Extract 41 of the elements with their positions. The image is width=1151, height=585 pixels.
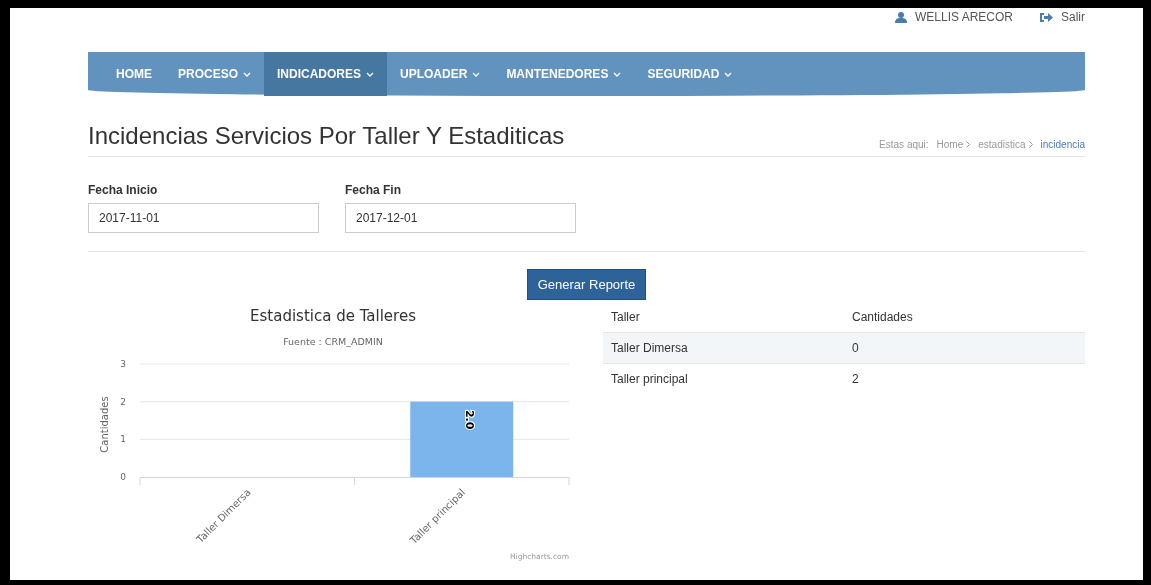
field-label: Fecha Fin: [345, 183, 402, 197]
table-cell: Taller Dimersa: [603, 332, 844, 364]
logout-icon: [1039, 11, 1053, 23]
chevron-down-icon: [366, 71, 375, 77]
nav-item[interactable]: MANTENEDORES: [493, 52, 635, 96]
breadcrumb-link[interactable]: Home: [936, 139, 971, 150]
y-axis-title: Cantidades: [99, 396, 110, 453]
user-icon: [894, 11, 907, 23]
breadcrumb-link[interactable]: estadistica: [978, 139, 1033, 150]
chevron-right-icon: [966, 141, 971, 148]
y-tick-label: 0: [120, 472, 126, 482]
nav-item[interactable]: PROCESO: [165, 52, 264, 96]
user-name[interactable]: WELLIS ARECOR: [914, 10, 1013, 24]
generate-report-button[interactable]: Generar Reporte: [526, 269, 647, 300]
page-title: Incidencias Servicios Por Taller Y Estaditicas: [88, 122, 565, 150]
chevron-down-icon: [724, 71, 733, 77]
y-tick-label: 2: [120, 396, 126, 407]
chevron-down-icon: [472, 71, 481, 77]
chart-subtitle: Fuente : CRM_ADMIN: [283, 336, 383, 347]
breadcrumb-prefix: Estas aqui:: [879, 139, 929, 150]
y-tick-label: 3: [120, 359, 126, 369]
chevron-right-icon: [1028, 141, 1033, 148]
table-cell: 2: [844, 363, 1085, 394]
table-cell: Taller principal: [603, 363, 844, 394]
date-field[interactable]: 2017-12-01: [345, 203, 576, 233]
nav-item[interactable]: SEGURIDAD: [634, 52, 746, 96]
chevron-down-icon: [243, 71, 251, 77]
date-field[interactable]: 2017-11-01: [88, 203, 319, 233]
nav-item[interactable]: UPLOADER: [387, 52, 494, 96]
table-cell: 0: [844, 332, 1085, 364]
field-label: Fecha Inicio: [88, 183, 159, 197]
nav-item[interactable]: HOME: [103, 52, 165, 96]
nav-item[interactable]: INDICADORES: [264, 52, 388, 96]
column-header: Cantidades: [844, 302, 1085, 333]
logout-link[interactable]: Salir: [1061, 10, 1085, 24]
breadcrumb-link[interactable]: incidencia: [1040, 139, 1085, 150]
chevron-down-icon: [613, 71, 622, 77]
bar-value-label: 2.0: [462, 409, 476, 430]
chart-title: Estadistica de Talleres: [250, 307, 416, 325]
column-header: Taller: [603, 302, 844, 333]
y-tick-label: 1: [120, 434, 126, 445]
